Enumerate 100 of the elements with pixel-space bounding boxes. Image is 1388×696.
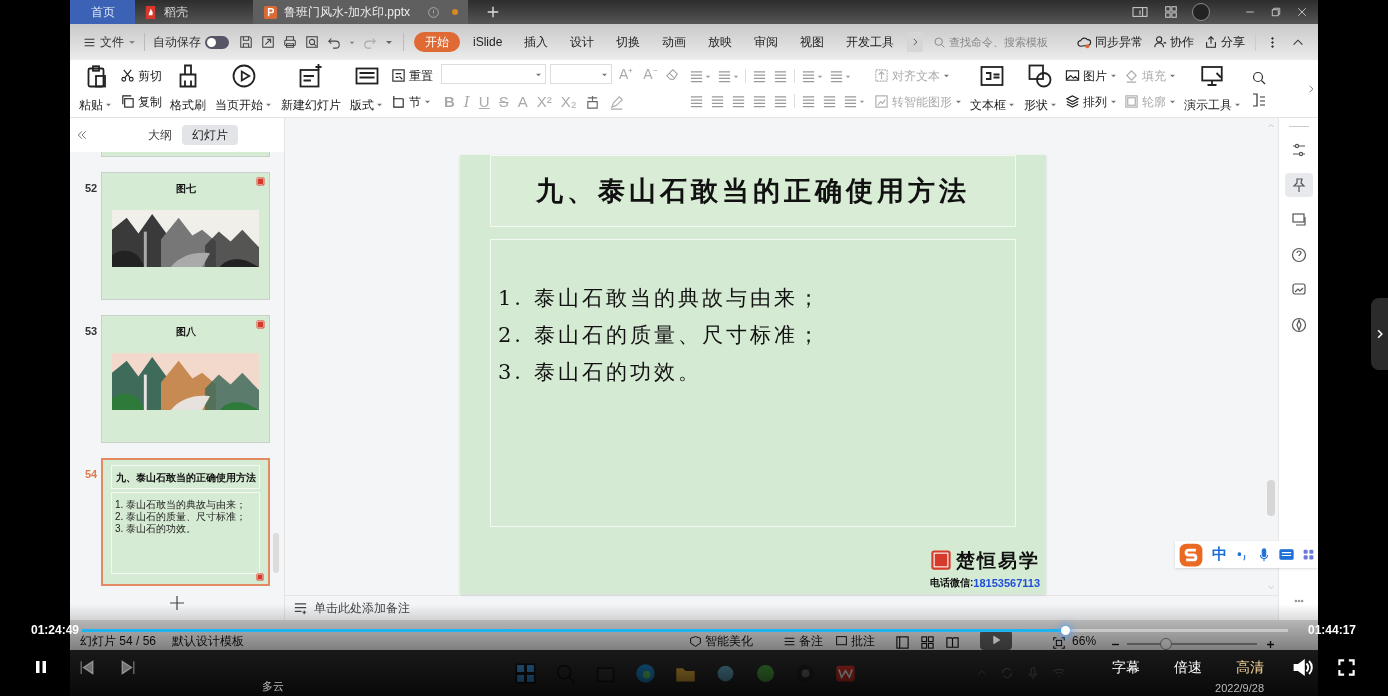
- document-tab[interactable]: 稻壳: [135, 0, 253, 24]
- player-option[interactable]: 倍速: [1174, 659, 1202, 675]
- clear-format-icon[interactable]: [664, 67, 679, 82]
- leaf-app-icon[interactable]: [755, 662, 776, 684]
- keyboard-icon[interactable]: [1279, 547, 1294, 562]
- collapse-panel-icon[interactable]: [76, 129, 88, 141]
- justify-icon[interactable]: [751, 93, 767, 109]
- compass-icon[interactable]: [1290, 317, 1307, 333]
- save-icon[interactable]: [239, 35, 253, 49]
- ribbon-button[interactable]: 当页开始: [212, 63, 275, 114]
- autosave-toggle[interactable]: [205, 35, 229, 49]
- next-icon[interactable]: [120, 658, 137, 676]
- input-mode-button[interactable]: 中: [1212, 543, 1227, 566]
- flame-icon: [143, 4, 158, 20]
- highlight-icon[interactable]: [609, 94, 625, 110]
- zoom-level[interactable]: 66%: [1072, 632, 1097, 650]
- fit-window-icon[interactable]: [1052, 636, 1067, 650]
- beautify-button[interactable]: 智能美化: [705, 632, 754, 650]
- microphone-icon[interactable]: [1257, 547, 1271, 562]
- preview-icon[interactable]: [305, 35, 319, 49]
- apps-grid-icon[interactable]: [1164, 5, 1178, 19]
- scrollbar-thumb[interactable]: [273, 533, 279, 573]
- ribbon-button[interactable]: 粘贴: [76, 63, 115, 114]
- ribbon-button[interactable]: 排列: [1062, 90, 1119, 113]
- player-option[interactable]: 高清: [1236, 659, 1264, 675]
- slide-thumbnail[interactable]: [101, 152, 270, 157]
- slide-thumbnail[interactable]: 图七: [101, 172, 270, 300]
- ribbon-tab[interactable]: 开发工具: [837, 32, 904, 52]
- restore-icon[interactable]: [1270, 6, 1282, 18]
- ribbon-button[interactable]: 重置: [389, 64, 435, 87]
- align-left-icon[interactable]: [688, 93, 704, 109]
- ribbon-button[interactable]: 节: [389, 90, 435, 113]
- ribbon-tab[interactable]: 设计: [561, 32, 604, 52]
- comment-icon[interactable]: [835, 634, 849, 648]
- player-option[interactable]: 字幕: [1112, 659, 1140, 675]
- scrollbar-thumb[interactable]: [1267, 480, 1275, 516]
- phonetic-guide-icon[interactable]: [585, 94, 601, 110]
- previous-icon[interactable]: [78, 658, 95, 676]
- volume-icon[interactable]: [1292, 656, 1313, 678]
- new-tab-icon[interactable]: [486, 5, 500, 19]
- image-edit-icon[interactable]: [1290, 282, 1307, 298]
- export-icon[interactable]: [261, 35, 275, 49]
- comment-icon[interactable]: [1290, 212, 1307, 228]
- ribbon-tab[interactable]: 放映: [699, 32, 742, 52]
- pause-icon[interactable]: [33, 658, 49, 676]
- ribbon-button[interactable]: 格式刷: [167, 63, 209, 114]
- ribbon-tab[interactable]: 视图: [791, 32, 834, 52]
- pin-icon[interactable]: [1290, 177, 1307, 193]
- ribbon-tab[interactable]: iSlide: [464, 32, 512, 52]
- find-replace-icon[interactable]: [1250, 91, 1267, 108]
- ribbon-button[interactable]: 剪切: [118, 64, 164, 87]
- notes-button[interactable]: 备注: [799, 632, 824, 650]
- slideshow-button[interactable]: [980, 630, 1013, 650]
- ribbon-button[interactable]: 新建幻灯片: [278, 63, 344, 114]
- add-slide-icon[interactable]: [169, 595, 185, 611]
- slide-thumbnail[interactable]: 图八: [101, 315, 270, 443]
- ribbon-button[interactable]: 形状: [1020, 63, 1060, 114]
- sorter-view-icon[interactable]: [920, 635, 936, 650]
- align-right-icon[interactable]: [730, 93, 746, 109]
- print-icon[interactable]: [283, 35, 297, 49]
- document-tab[interactable]: 鲁班门风水-加水印.pptx: [253, 0, 468, 24]
- reading-view-icon[interactable]: [945, 635, 961, 650]
- comments-button[interactable]: 批注: [851, 632, 876, 650]
- panel-tab[interactable]: 幻灯片: [182, 125, 238, 145]
- ribbon-tab[interactable]: 插入: [515, 32, 558, 52]
- ribbon-button[interactable]: 图片: [1062, 64, 1119, 87]
- ribbon-tab[interactable]: 动画: [653, 32, 696, 52]
- panel-tab[interactable]: 大纲: [138, 125, 182, 145]
- ribbon-button[interactable]: 版式: [347, 63, 386, 114]
- ribbon-tab[interactable]: 审阅: [745, 32, 788, 52]
- toolbar-action[interactable]: 协作: [1153, 33, 1195, 51]
- help-icon[interactable]: [1290, 247, 1307, 263]
- browser-icon[interactable]: [635, 662, 656, 684]
- ribbon-button[interactable]: 复制: [118, 90, 164, 113]
- slide-thumbnail[interactable]: 九、泰山石敢当的正确使用方法 1. 泰山石敢当的典故与由来； 2. 泰山石的质量、尺寸标准； 3. 泰山石的功效。: [101, 458, 270, 586]
- adjust-icon[interactable]: [1290, 142, 1307, 158]
- toolbar-action[interactable]: 同步异常: [1077, 33, 1144, 51]
- document-tab[interactable]: 首页: [70, 0, 135, 24]
- fullscreen-icon[interactable]: [1337, 657, 1356, 677]
- ime-logo-icon[interactable]: [1178, 541, 1204, 568]
- file-menu[interactable]: 文件: [83, 33, 136, 51]
- bullet-list-icon[interactable]: [688, 68, 704, 84]
- close-icon[interactable]: [1296, 6, 1308, 18]
- search-icon[interactable]: [1250, 69, 1267, 86]
- align-center-icon[interactable]: [709, 93, 725, 109]
- progress-thumb[interactable]: [1060, 625, 1070, 635]
- expand-ribbon-icon[interactable]: [1306, 83, 1316, 94]
- seal-logo-icon: [256, 177, 265, 186]
- toolbar-action[interactable]: 分享: [1204, 33, 1246, 51]
- search-field[interactable]: 查找命令、搜索模板: [933, 31, 1074, 53]
- zoom-in-icon[interactable]: [1265, 639, 1277, 650]
- start-icon[interactable]: [515, 662, 536, 684]
- toolbox-icon[interactable]: [1302, 548, 1315, 561]
- avatar[interactable]: [1192, 3, 1210, 21]
- ribbon-button[interactable]: 文本框: [966, 63, 1018, 114]
- ribbon-button[interactable]: 演示工具: [1180, 63, 1244, 114]
- undo-icon[interactable]: [327, 35, 341, 49]
- ribbon-tab[interactable]: 切换: [607, 32, 650, 52]
- normal-view-icon[interactable]: [895, 635, 911, 650]
- layout-icon[interactable]: [1130, 5, 1150, 19]
